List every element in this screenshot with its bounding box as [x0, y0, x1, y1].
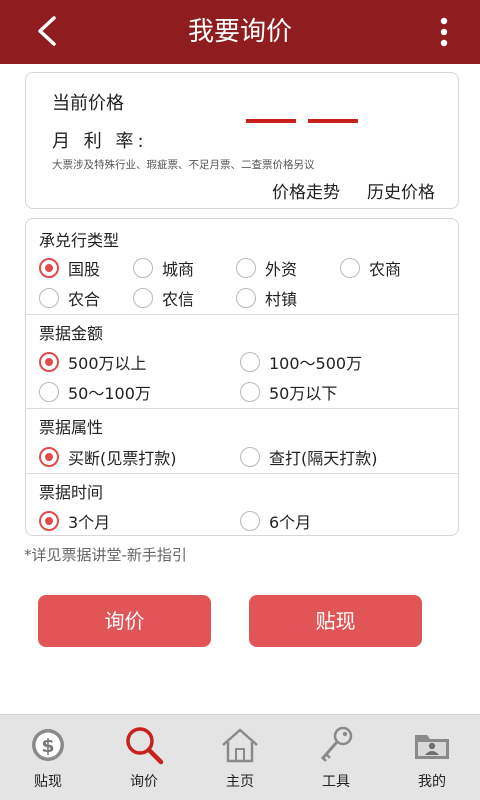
- more-vertical-icon[interactable]: [432, 14, 456, 50]
- radio-circle-icon: [240, 352, 260, 372]
- bank-type-title: 承兑行类型: [39, 231, 120, 250]
- radio-circle-icon: [39, 258, 59, 278]
- section-divider: [26, 314, 458, 315]
- radio-circle-icon: [236, 258, 256, 278]
- svg-text:$: $: [41, 735, 54, 757]
- radio-circle-icon: [39, 352, 59, 372]
- guide-link[interactable]: *详见票据讲堂-新手指引: [24, 544, 187, 565]
- radio-label: 城商: [162, 260, 195, 279]
- tab-mine[interactable]: 我的: [384, 715, 480, 800]
- price-note: 大票涉及特殊行业、瑕疵票、不足月票、二查票价格另议: [52, 159, 315, 171]
- radio-circle-icon: [133, 258, 153, 278]
- section-divider: [26, 473, 458, 474]
- radio-amount-under-50[interactable]: 50万以下: [240, 380, 337, 404]
- radio-bank-chengshang[interactable]: 城商: [133, 256, 194, 280]
- radio-circle-icon: [240, 382, 260, 402]
- radio-circle-icon: [39, 382, 59, 402]
- radio-circle-icon: [39, 288, 59, 308]
- price-trend-link[interactable]: 价格走势: [272, 178, 340, 203]
- monthly-rate-label: 月 利 率:: [52, 131, 148, 152]
- tab-label: 工具: [322, 774, 350, 790]
- radio-bank-nongxin[interactable]: 农信: [133, 286, 194, 310]
- radio-label: 查打(隔天打款): [269, 449, 378, 468]
- section-divider: [26, 408, 458, 409]
- radio-label: 500万以上: [68, 354, 147, 373]
- inquiry-options-card: 承兑行类型 国股 城商 外资 农商 农合 农信 村镇 票据金额 500万以上 1…: [25, 218, 459, 536]
- app-header: 我要询价: [0, 0, 480, 64]
- tab-label: 询价: [130, 774, 158, 790]
- inquire-button[interactable]: 询价: [38, 595, 211, 647]
- tab-tools[interactable]: 工具: [288, 715, 384, 800]
- radio-circle-icon: [39, 447, 59, 467]
- radio-time-6-months[interactable]: 6个月: [240, 509, 311, 533]
- radio-time-3-months[interactable]: 3个月: [39, 509, 110, 533]
- radio-circle-icon: [340, 258, 360, 278]
- radio-label: 6个月: [269, 513, 312, 532]
- search-icon: [126, 727, 164, 765]
- radio-label: 村镇: [265, 290, 298, 309]
- price-info-card: 当前价格 月 利 率: 大票涉及特殊行业、瑕疵票、不足月票、二查票价格另议 价格…: [25, 72, 459, 209]
- current-price-label: 当前价格: [52, 93, 124, 114]
- radio-circle-icon: [240, 447, 260, 467]
- radio-label: 50万以下: [269, 384, 338, 403]
- time-title: 票据时间: [39, 483, 104, 502]
- radio-label: 农商: [369, 260, 402, 279]
- tab-label: 主页: [226, 774, 254, 790]
- radio-amount-100-500[interactable]: 100～500万: [240, 350, 362, 374]
- radio-attr-buyout[interactable]: 买断(见票打款): [39, 445, 177, 469]
- tab-label: 我的: [418, 774, 446, 790]
- radio-circle-icon: [133, 288, 153, 308]
- page-title: 我要询价: [187, 17, 292, 47]
- radio-label: 外资: [265, 260, 298, 279]
- tab-home[interactable]: 主页: [192, 715, 288, 800]
- bottom-tab-bar: $ 贴现 询价 主页 工具 我的: [0, 714, 480, 800]
- radio-bank-nonghe[interactable]: 农合: [39, 286, 100, 310]
- tab-label: 贴现: [34, 774, 62, 790]
- discount-button[interactable]: 贴现: [249, 595, 422, 647]
- radio-bank-guogu[interactable]: 国股: [39, 256, 100, 280]
- key-icon: [320, 726, 353, 762]
- radio-amount-500-plus[interactable]: 500万以上: [39, 350, 147, 374]
- amount-title: 票据金额: [39, 324, 104, 343]
- radio-bank-waizi[interactable]: 外资: [236, 256, 297, 280]
- radio-circle-icon: [240, 511, 260, 531]
- radio-circle-icon: [39, 511, 59, 531]
- attribute-title: 票据属性: [39, 418, 104, 437]
- radio-label: 3个月: [68, 513, 111, 532]
- radio-label: 100～500万: [269, 354, 363, 373]
- radio-label: 农合: [68, 290, 101, 309]
- dollar-coin-icon: $: [32, 729, 64, 761]
- radio-label: 农信: [162, 290, 195, 309]
- tab-discount[interactable]: $ 贴现: [0, 715, 96, 800]
- radio-label: 50～100万: [68, 384, 151, 403]
- radio-amount-50-100[interactable]: 50～100万: [39, 380, 151, 404]
- radio-label: 买断(见票打款): [68, 449, 177, 468]
- profile-folder-icon: [415, 735, 449, 759]
- radio-bank-nongshang[interactable]: 农商: [340, 256, 401, 280]
- price-history-link[interactable]: 历史价格: [367, 178, 435, 203]
- price-placeholder-dash: [246, 119, 296, 123]
- radio-bank-cunzhen[interactable]: 村镇: [236, 286, 297, 310]
- radio-label: 国股: [68, 260, 101, 279]
- tab-inquiry[interactable]: 询价: [96, 715, 192, 800]
- radio-attr-check-pay[interactable]: 查打(隔天打款): [240, 445, 378, 469]
- home-icon: [222, 728, 258, 763]
- radio-circle-icon: [236, 288, 256, 308]
- rate-placeholder-dash: [308, 119, 358, 123]
